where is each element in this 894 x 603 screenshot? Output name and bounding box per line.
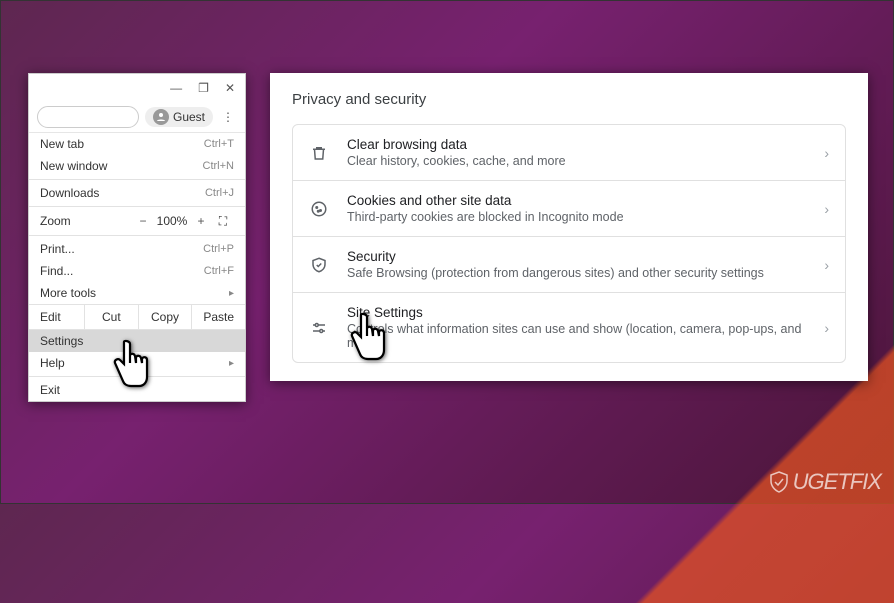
watermark-text: UGETFIX [793, 469, 881, 495]
menu-shortcut: Ctrl+P [203, 243, 234, 255]
chevron-right-icon: › [824, 201, 829, 217]
section-title: Privacy and security [292, 91, 846, 108]
watermark: UGETFIX [767, 469, 881, 495]
privacy-security-panel: Privacy and security Clear browsing data… [270, 73, 868, 381]
zoom-label: Zoom [40, 214, 132, 228]
close-icon[interactable]: ✕ [225, 81, 235, 95]
menu-item-find[interactable]: Find... Ctrl+F [29, 260, 245, 282]
menu-label: New window [40, 159, 107, 173]
menu-shortcut: Ctrl+N [203, 160, 234, 172]
person-icon [153, 109, 169, 125]
separator [29, 179, 245, 180]
profile-chip[interactable]: Guest [145, 107, 213, 127]
menu-item-print[interactable]: Print... Ctrl+P [29, 238, 245, 260]
fullscreen-icon[interactable]: ⛶ [212, 214, 234, 229]
menu-shortcut: Ctrl+T [204, 138, 234, 150]
menu-label: Downloads [40, 186, 99, 200]
profile-label: Guest [173, 110, 205, 124]
menu-label: Print... [40, 242, 75, 256]
row-subtitle: Clear history, cookies, cache, and more [347, 154, 806, 168]
row-title: Clear browsing data [347, 137, 806, 152]
menu-label: Find... [40, 264, 73, 278]
row-text: Clear browsing data Clear history, cooki… [347, 137, 806, 168]
zoom-value: 100% [154, 214, 190, 228]
minimize-icon[interactable]: — [170, 81, 182, 95]
menu-item-edit-row: Edit Cut Copy Paste [29, 304, 245, 330]
menu-item-new-window[interactable]: New window Ctrl+N [29, 155, 245, 177]
kebab-menu-icon[interactable]: ⋮ [219, 110, 237, 124]
row-title: Security [347, 249, 806, 264]
menu-label: Settings [40, 334, 83, 348]
menu-label: Exit [40, 383, 60, 397]
row-title: Cookies and other site data [347, 193, 806, 208]
menu-item-new-tab[interactable]: New tab Ctrl+T [29, 133, 245, 155]
menu-shortcut: Ctrl+F [204, 265, 234, 277]
row-cookies[interactable]: Cookies and other site data Third-party … [293, 181, 845, 237]
separator [29, 206, 245, 207]
window-titlebar: — ❐ ✕ [29, 74, 245, 102]
menu-shortcut: Ctrl+J [205, 187, 234, 199]
sliders-icon [309, 318, 329, 338]
omnibox-input[interactable] [37, 106, 139, 128]
chrome-menu-window: — ❐ ✕ Guest ⋮ New tab Ctrl+T New window … [28, 73, 246, 402]
chevron-right-icon: › [824, 257, 829, 273]
row-text: Site Settings Controls what information … [347, 305, 806, 350]
separator [29, 376, 245, 377]
cookie-icon [309, 199, 329, 219]
menu-item-help[interactable]: Help ▸ [29, 352, 245, 374]
edit-label: Edit [29, 305, 85, 329]
cut-button[interactable]: Cut [85, 305, 139, 329]
menu-item-exit[interactable]: Exit [29, 379, 245, 401]
row-clear-browsing-data[interactable]: Clear browsing data Clear history, cooki… [293, 125, 845, 181]
shield-icon [309, 255, 329, 275]
settings-list: Clear browsing data Clear history, cooki… [292, 124, 846, 363]
trash-icon [309, 143, 329, 163]
separator [29, 235, 245, 236]
maximize-icon[interactable]: ❐ [198, 81, 209, 95]
row-subtitle: Third-party cookies are blocked in Incog… [347, 210, 806, 224]
chevron-right-icon: ▸ [229, 288, 234, 299]
row-subtitle: Safe Browsing (protection from dangerous… [347, 266, 806, 280]
zoom-out-button[interactable]: − [132, 214, 154, 228]
zoom-in-button[interactable]: + [190, 214, 212, 228]
menu-item-zoom: Zoom − 100% + ⛶ [29, 209, 245, 233]
row-text: Cookies and other site data Third-party … [347, 193, 806, 224]
row-subtitle: Controls what information sites can use … [347, 322, 806, 350]
chevron-right-icon: › [824, 145, 829, 161]
row-security[interactable]: Security Safe Browsing (protection from … [293, 237, 845, 293]
paste-button[interactable]: Paste [192, 305, 245, 329]
shield-check-icon [767, 470, 791, 494]
menu-item-more-tools[interactable]: More tools ▸ [29, 282, 245, 304]
copy-button[interactable]: Copy [139, 305, 193, 329]
menu-label: More tools [40, 286, 96, 300]
menu-item-downloads[interactable]: Downloads Ctrl+J [29, 182, 245, 204]
chevron-right-icon: › [824, 320, 829, 336]
row-site-settings[interactable]: Site Settings Controls what information … [293, 293, 845, 362]
chevron-right-icon: ▸ [229, 358, 234, 369]
row-title: Site Settings [347, 305, 806, 320]
row-text: Security Safe Browsing (protection from … [347, 249, 806, 280]
menu-label: Help [40, 356, 65, 370]
menu-item-settings[interactable]: Settings [29, 330, 245, 352]
address-bar-row: Guest ⋮ [29, 102, 245, 133]
menu-label: New tab [40, 137, 84, 151]
